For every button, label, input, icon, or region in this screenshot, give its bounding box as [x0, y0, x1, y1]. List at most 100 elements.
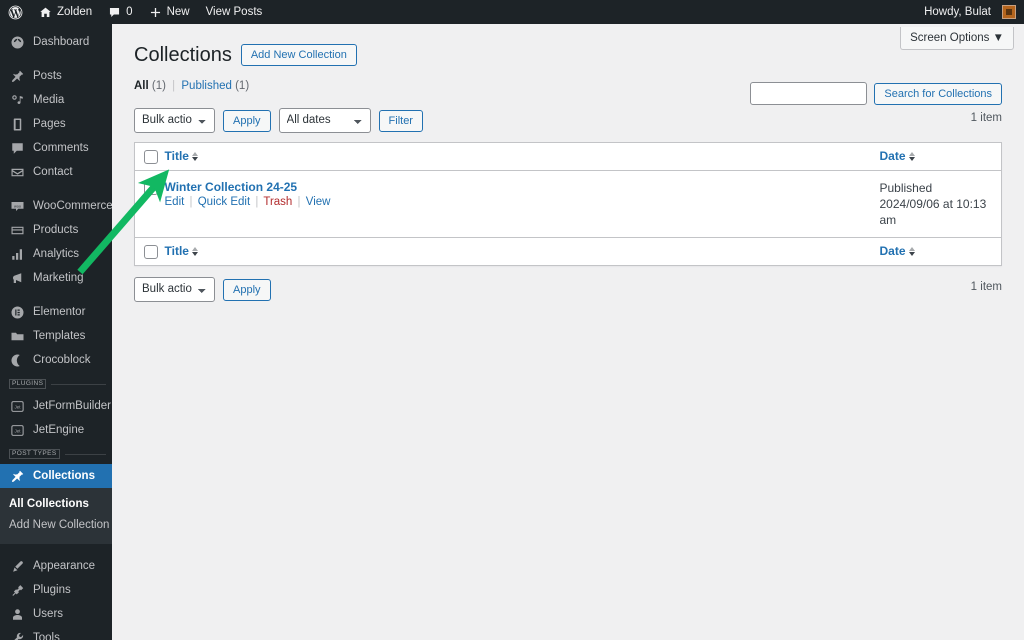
tablenav-top: Bulk actions Apply All dates Filter 1 it… [134, 108, 1002, 133]
sidebar-item-marketing[interactable]: Marketing [0, 266, 112, 290]
sort-title-link-bottom[interactable]: Title [165, 244, 198, 258]
sidebar-label-appearance: Appearance [33, 560, 96, 572]
column-header-date-top: Date [871, 142, 1002, 171]
page-wrap: Collections Add New Collection All (1) |… [112, 24, 1024, 302]
jet-icon: Jet [9, 398, 25, 414]
sidebar-subitem-add-new-collection[interactable]: Add New Collection [0, 515, 112, 536]
sidebar-label-analytics: Analytics [33, 248, 80, 260]
row-action-edit[interactable]: Edit [165, 196, 185, 208]
row-select-cell [135, 171, 165, 238]
select-all-checkbox-top[interactable] [144, 150, 158, 164]
sidebar-item-products[interactable]: Products [0, 218, 112, 242]
site-name-menu[interactable]: Zolden [31, 0, 100, 24]
pin-icon [9, 468, 25, 484]
sidebar-item-tools[interactable]: Tools [0, 626, 112, 640]
sidebar-item-posts[interactable]: Posts [0, 64, 112, 88]
column-header-title-bottom: Title [164, 237, 872, 266]
sidebar-label-users: Users [33, 608, 64, 620]
sidebar-subitem-all-collections[interactable]: All Collections [0, 494, 112, 515]
sidebar-item-collections[interactable]: Collections [0, 464, 112, 488]
sidebar-label-media: Media [33, 94, 65, 106]
sidebar-label-woocommerce: WooCommerce [33, 200, 112, 212]
sidebar-item-jetengine[interactable]: Jet JetEngine [0, 418, 112, 442]
user-icon [9, 606, 25, 622]
screen-options-button[interactable]: Screen Options ▼ [900, 27, 1014, 50]
divider [64, 453, 106, 455]
sidebar-item-jetformbuilder[interactable]: Jet JetFormBuilder [0, 394, 112, 418]
sidebar-item-templates[interactable]: Templates [0, 324, 112, 348]
bulk-actions-select-bottom[interactable]: Bulk actions [134, 277, 215, 302]
sidebar-label-dashboard: Dashboard [33, 36, 90, 48]
sidebar-item-analytics[interactable]: Analytics [0, 242, 112, 266]
filter-button[interactable]: Filter [378, 109, 423, 132]
row-title-link[interactable]: Winter Collection 24-25 [165, 180, 298, 194]
filter-link-all[interactable]: All [134, 80, 149, 92]
divider [51, 383, 106, 385]
wrench-icon [9, 630, 25, 640]
products-icon [9, 222, 25, 238]
wordpress-logo-icon [8, 5, 23, 20]
sidebar-label-products: Products [33, 224, 79, 236]
bulk-actions-select-top[interactable]: Bulk actions [134, 108, 215, 133]
view-posts-link[interactable]: View Posts [198, 0, 271, 24]
sort-title-link-top[interactable]: Title [165, 149, 198, 163]
date-filter-select[interactable]: All dates [278, 108, 371, 133]
sidebar-label-marketing: Marketing [33, 272, 84, 284]
sidebar-separator-post-types-label: POST TYPES [9, 449, 60, 459]
sidebar-label-pages: Pages [33, 118, 66, 130]
sidebar-item-contact[interactable]: Contact [0, 160, 112, 184]
page-header: Collections Add New Collection [134, 42, 1002, 68]
new-label: New [166, 6, 190, 18]
account-menu[interactable]: Howdy, Bulat [916, 0, 1024, 24]
row-date-value: 2024/09/06 at 10:13 am [879, 197, 987, 227]
comments-menu[interactable]: 0 [100, 0, 140, 24]
megaphone-icon [9, 270, 25, 286]
search-input[interactable] [750, 82, 868, 105]
search-collections-button[interactable]: Search for Collections [874, 82, 1002, 105]
apply-button-bottom[interactable]: Apply [223, 278, 271, 301]
pin-icon [9, 68, 25, 84]
sort-date-link-top[interactable]: Date [880, 149, 915, 163]
select-all-checkbox-bottom[interactable] [144, 245, 158, 259]
sidebar-item-media[interactable]: Media [0, 88, 112, 112]
sort-date-link-bottom[interactable]: Date [880, 244, 915, 258]
row-action-view[interactable]: View [306, 196, 331, 208]
sidebar-item-users[interactable]: Users [0, 602, 112, 626]
table-row: Winter Collection 24-25 Edit | Quick Edi… [135, 171, 1002, 238]
svg-text:woo: woo [14, 204, 21, 208]
apply-button-top[interactable]: Apply [223, 109, 271, 132]
bar-chart-icon [9, 246, 25, 262]
row-action-quick-edit[interactable]: Quick Edit [198, 196, 250, 208]
row-checkbox[interactable] [144, 181, 158, 195]
sidebar-item-comments[interactable]: Comments [0, 136, 112, 160]
row-title-cell: Winter Collection 24-25 Edit | Quick Edi… [165, 171, 872, 238]
pages-icon [9, 116, 25, 132]
sidebar-item-crocoblock[interactable]: Crocoblock [0, 348, 112, 372]
sidebar-item-appearance[interactable]: Appearance [0, 554, 112, 578]
row-actions: Edit | Quick Edit | Trash | View [165, 196, 864, 208]
sidebar-item-woocommerce[interactable]: woo WooCommerce [0, 194, 112, 218]
row-action-trash[interactable]: Trash [263, 196, 292, 208]
column-header-date-bottom: Date [871, 237, 1002, 266]
add-new-collection-button[interactable]: Add New Collection [240, 44, 357, 66]
svg-text:Jet: Jet [14, 428, 21, 433]
moon-icon [9, 352, 25, 368]
sidebar-label-tools: Tools [33, 632, 60, 640]
sidebar-item-pages[interactable]: Pages [0, 112, 112, 136]
sidebar-item-plugins[interactable]: Plugins [0, 578, 112, 602]
sort-arrows-icon [908, 246, 915, 256]
sort-arrows-icon [191, 246, 198, 256]
new-content-menu[interactable]: New [141, 0, 198, 24]
column-label-date: Date [879, 149, 906, 163]
elementor-icon [9, 304, 25, 320]
wordpress-logo-button[interactable] [0, 0, 31, 24]
sidebar-item-dashboard[interactable]: Dashboard [0, 30, 112, 54]
filter-link-published[interactable]: Published [181, 80, 232, 92]
chevron-down-icon: ▼ [992, 32, 1004, 44]
sidebar-item-elementor[interactable]: Elementor [0, 300, 112, 324]
table-head: Title Date [134, 142, 1002, 171]
sort-arrows-icon [191, 151, 198, 161]
divider: | [172, 80, 176, 92]
